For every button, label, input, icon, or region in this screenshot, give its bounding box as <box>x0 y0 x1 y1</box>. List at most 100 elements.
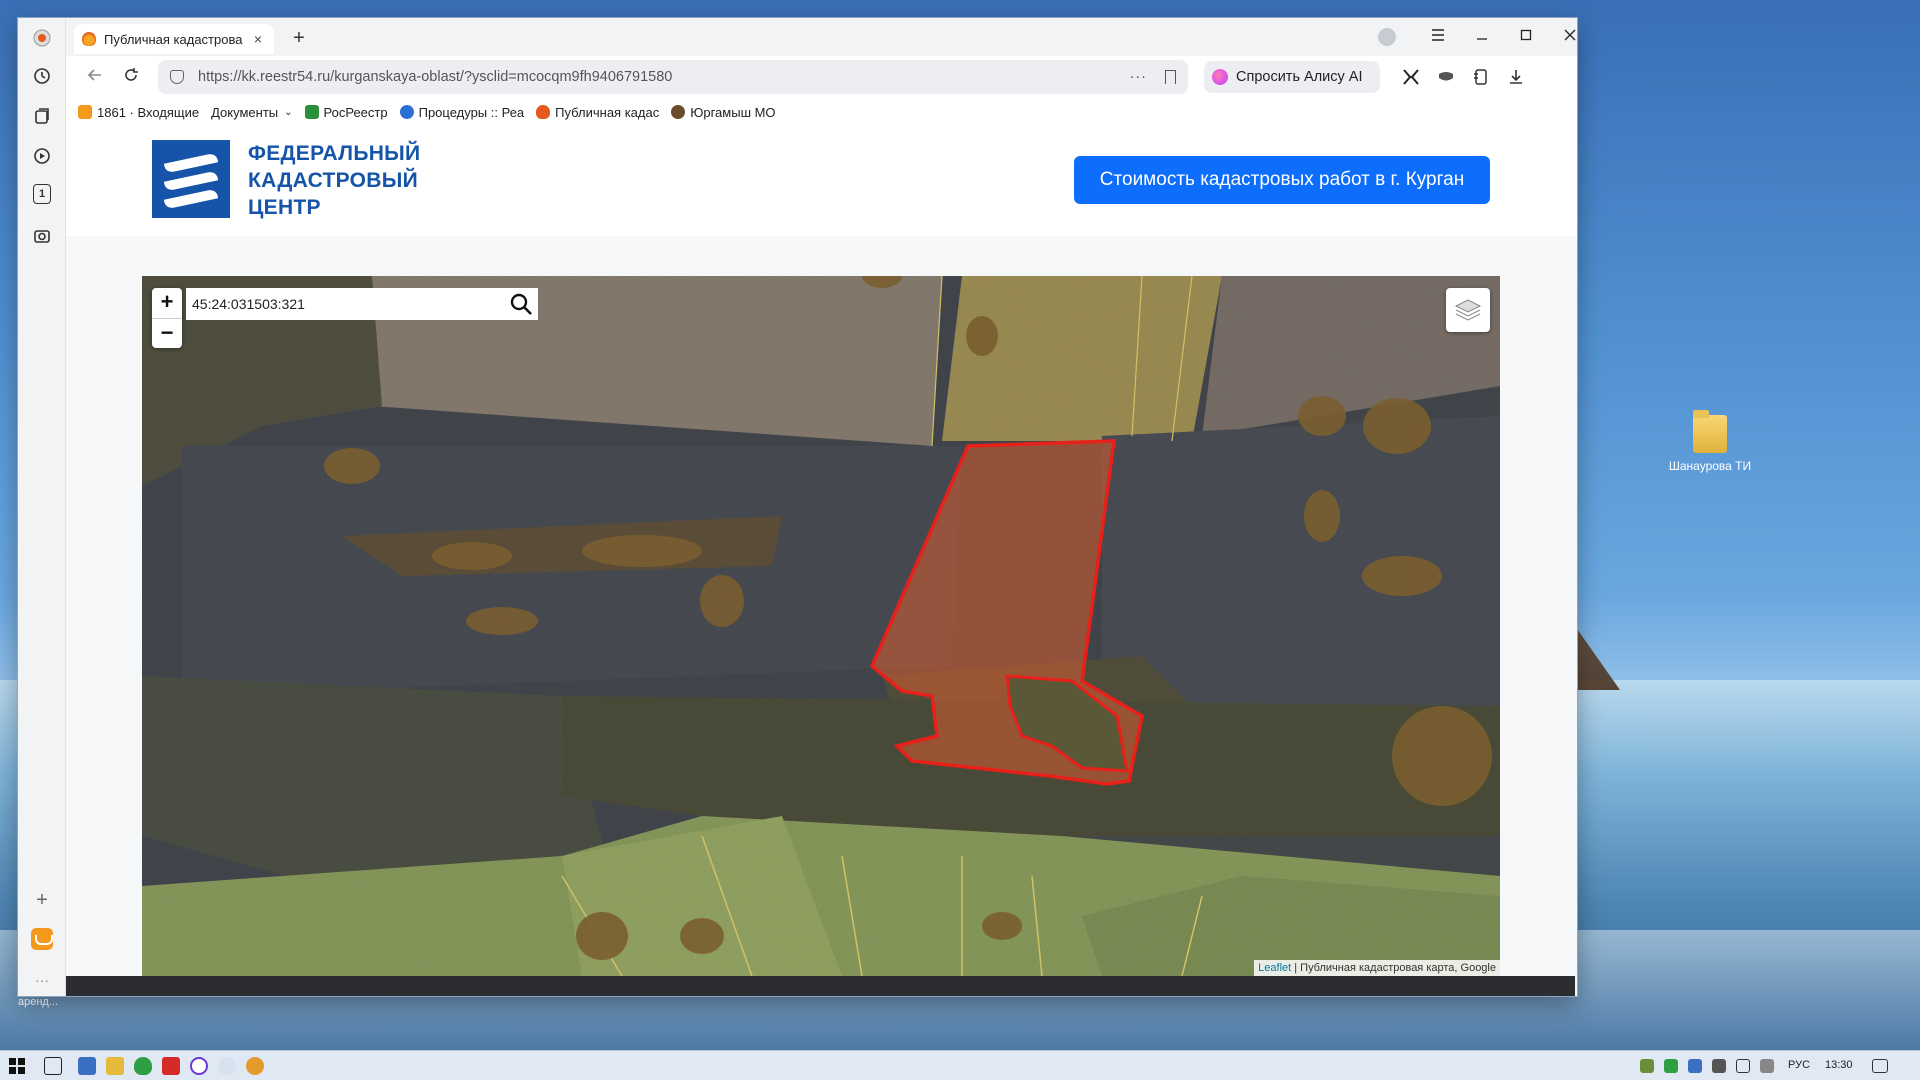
reload-button[interactable] <box>120 66 142 88</box>
bookmark-label: РосРеестр <box>323 104 388 120</box>
bookmark-public-cadastral[interactable]: Публичная кадас <box>536 105 659 120</box>
tab-active[interactable]: Публичная кадастрова × <box>74 24 274 54</box>
bookmark-label: Документы <box>211 104 279 120</box>
tab-counter-icon[interactable]: 1 <box>33 184 51 204</box>
bookmark-mail[interactable]: 1861 · Входящие <box>78 105 199 120</box>
desktop-edge-label: аренд... <box>18 996 59 1008</box>
address-field[interactable]: https://kk.reestr54.ru/kurganskaya-oblas… <box>158 60 1188 94</box>
flame-icon <box>536 105 551 119</box>
video-icon[interactable] <box>30 144 54 168</box>
windows-taskbar: РУС 13:30 <box>0 1050 1920 1080</box>
bookmark-label: Юргамыш МО <box>690 104 776 120</box>
bookmark-folder-documents[interactable]: Документы ⌄ <box>211 105 292 120</box>
history-icon[interactable] <box>30 64 54 88</box>
tray-battery-icon[interactable] <box>1712 1059 1726 1073</box>
bookmark-label: 1861 · Входящие <box>97 104 200 120</box>
url-text: https://kk.reestr54.ru/kurganskaya-oblas… <box>198 69 673 85</box>
site-logo-icon[interactable] <box>152 140 230 218</box>
ask-alice-label: Спросить Алису AI <box>1236 69 1363 85</box>
bookmark-label: Публичная кадас <box>555 104 660 120</box>
alice-icon <box>1212 69 1228 85</box>
cadastral-map[interactable]: + − Leaflet | Публичная кадастровая карт… <box>142 276 1500 976</box>
chevron-down-icon: ⌄ <box>284 106 293 118</box>
coat-of-arms-icon <box>671 105 686 119</box>
bookmark-icon[interactable] <box>1165 70 1176 84</box>
zoom-out-button[interactable]: − <box>152 318 182 348</box>
yandex-browser-icon[interactable] <box>190 1057 208 1075</box>
cadastral-number-input[interactable] <box>186 289 504 319</box>
desktop-folder-label: Шанаурова ТИ <box>1668 459 1752 473</box>
ask-alice-button[interactable]: Спросить Алису AI <box>1204 61 1380 93</box>
page-content: ФЕДЕРАЛЬНЫЙ КАДАСТРОВЫЙ ЦЕНТР Стоимость … <box>66 126 1577 996</box>
language-indicator[interactable]: РУС <box>1788 1059 1810 1071</box>
minimize-button[interactable] <box>1462 26 1502 48</box>
procedures-icon <box>399 105 414 119</box>
tray-app-icon[interactable] <box>1640 1059 1654 1073</box>
app-c-icon[interactable] <box>218 1057 236 1075</box>
browser-window: 1 + ··· Публичная кадастрова × + https:/… <box>18 18 1577 996</box>
explorer-icon[interactable] <box>106 1057 124 1075</box>
site-logo-text[interactable]: ФЕДЕРАЛЬНЫЙ КАДАСТРОВЫЙ ЦЕНТР <box>248 140 420 221</box>
extensions-icon[interactable] <box>1401 68 1421 88</box>
volume-icon[interactable] <box>1760 1059 1774 1073</box>
leaflet-link[interactable]: Leaflet <box>1258 962 1291 974</box>
app-gear-icon[interactable] <box>246 1057 264 1075</box>
task-view-icon[interactable] <box>44 1057 62 1075</box>
network-icon[interactable] <box>1736 1059 1750 1073</box>
more-icon[interactable]: ··· <box>30 968 54 992</box>
tablet-sync-icon[interactable] <box>1471 68 1491 88</box>
notifications-icon[interactable] <box>1872 1059 1888 1073</box>
address-toolbar: https://kk.reestr54.ru/kurganskaya-oblas… <box>66 56 1577 98</box>
bookmark-rosreestr[interactable]: РосРеестр <box>304 104 388 120</box>
maximize-button[interactable] <box>1506 26 1546 48</box>
screenshot-icon[interactable] <box>30 224 54 248</box>
close-window-button[interactable] <box>1550 26 1577 48</box>
zoom-control: + − <box>152 288 182 348</box>
bookmarks-bar: 1861 · Входящие Документы ⌄ РосРеестр Пр… <box>66 98 1577 126</box>
site-favicon-icon <box>82 32 96 46</box>
page-menu-icon[interactable]: ··· <box>1130 69 1148 85</box>
new-tab-button[interactable]: + <box>288 27 310 49</box>
folder-icon <box>1693 410 1727 453</box>
clock[interactable]: 13:30 <box>1825 1059 1853 1071</box>
map-attribution: Leaflet | Публичная кадастровая карта, G… <box>1254 960 1500 976</box>
tray-network-app-icon[interactable] <box>1688 1059 1702 1073</box>
vpn-icon[interactable] <box>1436 68 1456 88</box>
layers-icon[interactable] <box>1446 288 1490 332</box>
rosreestr-icon <box>304 105 319 119</box>
save-app-icon[interactable] <box>78 1057 96 1075</box>
cadastral-search <box>186 288 538 320</box>
downloads-icon[interactable] <box>1506 68 1526 88</box>
logo-line: ЦЕНТР <box>248 196 321 219</box>
back-button[interactable] <box>84 66 106 88</box>
zoom-in-button[interactable]: + <box>152 288 182 318</box>
page-footer <box>66 976 1575 996</box>
site-header: ФЕДЕРАЛЬНЫЙ КАДАСТРОВЫЙ ЦЕНТР Стоимость … <box>66 126 1577 236</box>
bookmark-label: Процедуры :: Реа <box>418 104 525 120</box>
add-panel-icon[interactable]: + <box>30 888 54 912</box>
tab-bar: Публичная кадастрова × + <box>66 18 1577 56</box>
browser-logo-icon[interactable] <box>30 26 54 50</box>
bookmark-procedures[interactable]: Процедуры :: Реа <box>399 104 525 120</box>
tab-close-icon[interactable]: × <box>250 31 266 47</box>
logo-line: КАДАСТРОВЫЙ <box>248 169 419 192</box>
tray-shield-icon[interactable] <box>1664 1059 1678 1073</box>
browser-sidebar: 1 + ··· <box>18 18 66 996</box>
tab-title: Публичная кадастрова <box>104 31 243 47</box>
start-icon[interactable] <box>8 1057 26 1075</box>
logo-line: ФЕДЕРАЛЬНЫЙ <box>248 142 421 165</box>
profile-avatar[interactable] <box>1378 28 1396 46</box>
pricing-button[interactable]: Стоимость кадастровых работ в г. Курган <box>1074 156 1490 204</box>
desktop-folder-shortcut[interactable]: Шанаурова ТИ <box>1660 410 1760 473</box>
mail-bookmark-icon <box>78 105 92 119</box>
vivaldi-icon[interactable] <box>162 1057 180 1075</box>
search-icon[interactable] <box>504 288 538 320</box>
satellite-imagery <box>142 276 1500 976</box>
attribution-text: | Публичная кадастровая карта, Google <box>1291 962 1496 974</box>
site-security-icon[interactable] <box>170 70 184 84</box>
menu-icon[interactable] <box>1418 26 1458 48</box>
mail-icon[interactable] <box>31 928 53 950</box>
collections-icon[interactable] <box>30 104 54 128</box>
shield-app-icon[interactable] <box>134 1057 152 1075</box>
bookmark-yurgamysh[interactable]: Юргамыш МО <box>671 104 776 120</box>
